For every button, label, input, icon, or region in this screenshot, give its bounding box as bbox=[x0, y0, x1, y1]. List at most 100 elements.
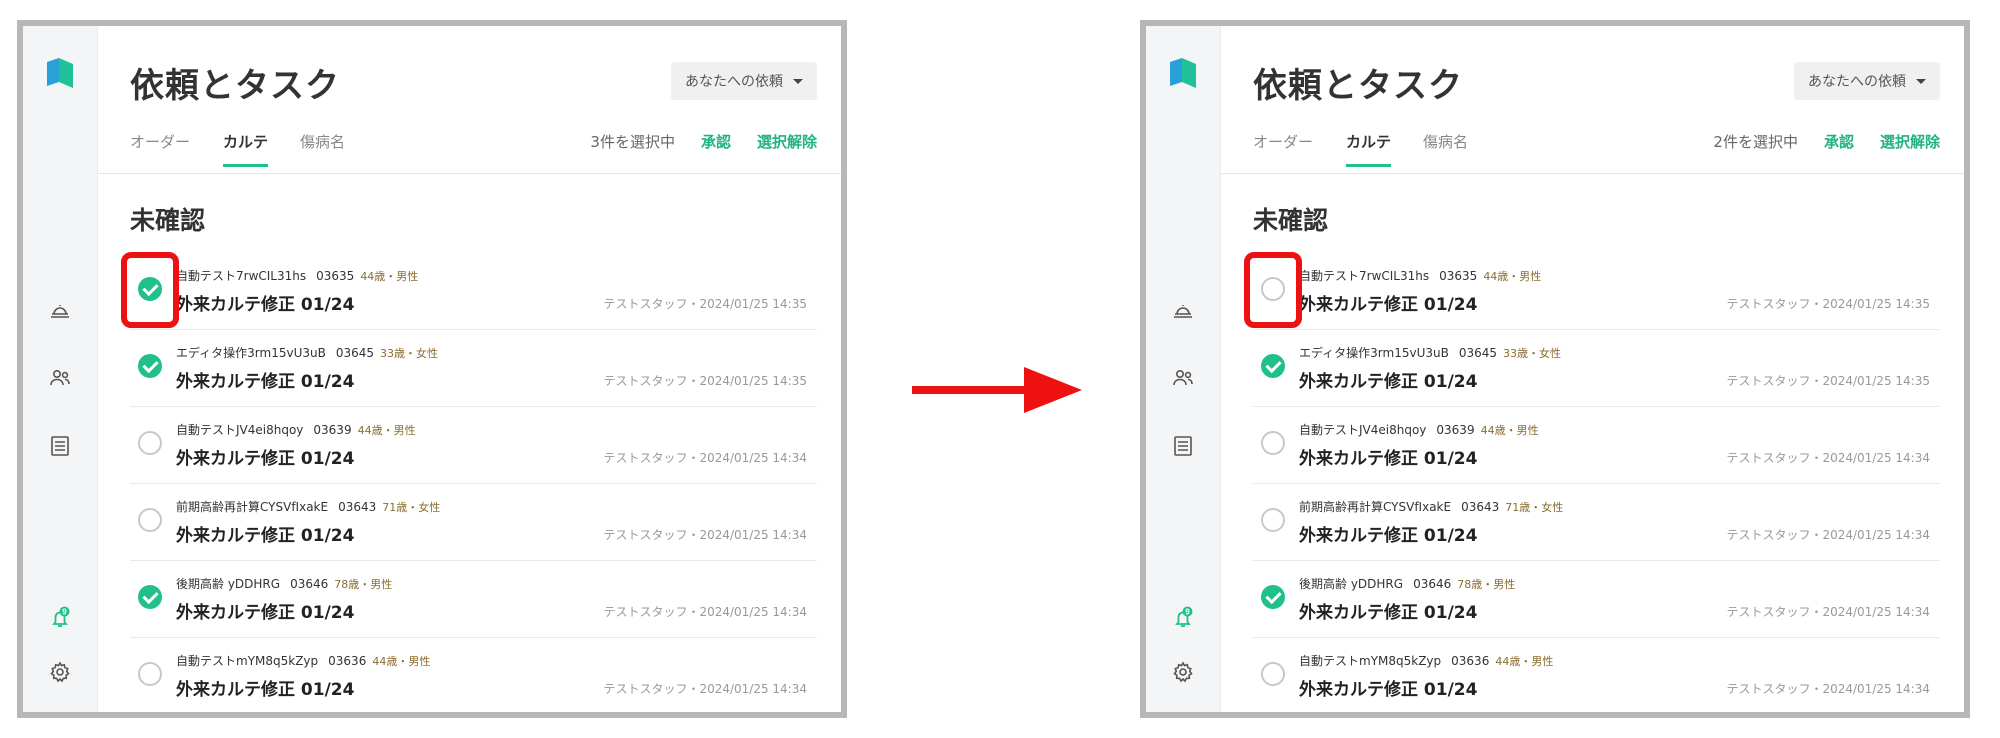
task-meta: テストスタッフ・2024/01/25 14:35 bbox=[603, 374, 807, 388]
patient-name: 後期高齢 yDDHRG bbox=[1299, 577, 1404, 591]
bell-tray-icon[interactable] bbox=[48, 298, 72, 322]
patient-name: 自動テストmYM8q5kZyp bbox=[1299, 654, 1442, 668]
patient-id: 03643 bbox=[338, 500, 377, 514]
tab-diagnosis[interactable]: 傷病名 bbox=[300, 131, 345, 164]
patient-demographics: 33歳・女性 bbox=[1503, 347, 1562, 360]
request-filter-select[interactable]: あなたへの依頼 bbox=[671, 62, 817, 100]
patient-info: 自動テストmYM8q5kZyp 03636 44歳・男性 bbox=[176, 652, 430, 669]
task-row[interactable]: 自動テスト7rwCIL31hs 03635 44歳・男性 外来カルテ修正 01/24… bbox=[121, 252, 817, 330]
arrow-icon bbox=[912, 367, 1082, 413]
tab-bar: オーダー カルテ 傷病名 2件を選択中 承認 選択解除 bbox=[1220, 121, 1964, 174]
patient-demographics: 33歳・女性 bbox=[380, 347, 439, 360]
patient-name: 自動テスト7rwCIL31hs bbox=[176, 269, 307, 283]
row-checkbox[interactable] bbox=[138, 662, 162, 686]
task-meta: テストスタッフ・2024/01/25 14:34 bbox=[603, 605, 807, 619]
list-icon[interactable] bbox=[48, 434, 72, 458]
task-title: 外来カルテ修正 01/24 bbox=[1299, 680, 1478, 700]
tab-order[interactable]: オーダー bbox=[130, 131, 190, 164]
patient-info: エディタ操作3rm15vU3uB 03645 33歳・女性 bbox=[1299, 344, 1561, 361]
task-list: 自動テスト7rwCIL31hs 03635 44歳・男性 外来カルテ修正 01/24… bbox=[121, 252, 817, 712]
patient-id: 03636 bbox=[1451, 654, 1490, 668]
tab-order[interactable]: オーダー bbox=[1253, 131, 1313, 164]
patient-name: 自動テストJV4ei8hqoy bbox=[176, 423, 304, 437]
notification-bell-icon[interactable]: 9 bbox=[48, 606, 72, 630]
task-row[interactable]: 自動テストmYM8q5kZyp 03636 44歳・男性 外来カルテ修正 01/24… bbox=[1253, 638, 1940, 712]
patient-name: 自動テストmYM8q5kZyp bbox=[176, 654, 319, 668]
task-row[interactable]: 自動テストJV4ei8hqoy 03639 44歳・男性 外来カルテ修正 01/24… bbox=[130, 407, 817, 484]
patient-name: エディタ操作3rm15vU3uB bbox=[1299, 346, 1449, 360]
task-row[interactable]: 後期高齢 yDDHRG 03646 78歳・男性 外来カルテ修正 01/24 テスト… bbox=[1253, 561, 1940, 638]
task-meta: テストスタッフ・2024/01/25 14:34 bbox=[1726, 605, 1930, 619]
clear-selection-button[interactable]: 選択解除 bbox=[757, 131, 817, 152]
row-checkbox[interactable] bbox=[1261, 431, 1285, 455]
task-meta: テストスタッフ・2024/01/25 14:34 bbox=[1726, 528, 1930, 542]
task-title: 外来カルテ修正 01/24 bbox=[1299, 372, 1478, 392]
task-row[interactable]: 自動テストmYM8q5kZyp 03636 44歳・男性 外来カルテ修正 01/24… bbox=[130, 638, 817, 712]
task-row[interactable]: エディタ操作3rm15vU3uB 03645 33歳・女性 外来カルテ修正 01/2… bbox=[1253, 330, 1940, 407]
logo-icon bbox=[47, 58, 73, 88]
patient-name: 前期高齢再計算CYSVfIxakE bbox=[176, 500, 329, 514]
users-icon[interactable] bbox=[48, 366, 72, 390]
patient-name: 自動テストJV4ei8hqoy bbox=[1299, 423, 1427, 437]
approve-button[interactable]: 承認 bbox=[1824, 131, 1854, 152]
task-row[interactable]: 後期高齢 yDDHRG 03646 78歳・男性 外来カルテ修正 01/24 テスト… bbox=[130, 561, 817, 638]
tab-karte[interactable]: カルテ bbox=[223, 131, 269, 167]
task-row[interactable]: 前期高齢再計算CYSVfIxakE 03643 71歳・女性 外来カルテ修正 01/… bbox=[130, 484, 817, 561]
patient-demographics: 78歳・男性 bbox=[1457, 578, 1516, 591]
patient-info: 前期高齢再計算CYSVfIxakE 03643 71歳・女性 bbox=[1299, 498, 1563, 515]
request-filter-select[interactable]: あなたへの依頼 bbox=[1794, 62, 1940, 100]
patient-demographics: 44歳・男性 bbox=[1483, 270, 1542, 283]
notification-count: 9 bbox=[62, 608, 67, 617]
row-checkbox[interactable] bbox=[138, 354, 162, 378]
row-checkbox[interactable] bbox=[1261, 508, 1285, 532]
patient-info: エディタ操作3rm15vU3uB 03645 33歳・女性 bbox=[176, 344, 438, 361]
notification-bell-icon[interactable]: 9 bbox=[1171, 606, 1195, 630]
clear-selection-button[interactable]: 選択解除 bbox=[1880, 131, 1940, 152]
gear-icon[interactable] bbox=[48, 660, 72, 684]
users-icon[interactable] bbox=[1171, 366, 1195, 390]
row-checkbox[interactable] bbox=[138, 585, 162, 609]
tab-karte[interactable]: カルテ bbox=[1346, 131, 1392, 167]
patient-id: 03635 bbox=[1439, 269, 1478, 283]
logo-icon bbox=[1170, 58, 1196, 88]
task-row[interactable]: 自動テストJV4ei8hqoy 03639 44歳・男性 外来カルテ修正 01/24… bbox=[1253, 407, 1940, 484]
patient-info: 自動テストmYM8q5kZyp 03636 44歳・男性 bbox=[1299, 652, 1553, 669]
screenshot-after: 9 依頼とタスク あなたへの依頼 オーダー カルテ 傷病名 2件を選択中 承認 … bbox=[1140, 20, 1970, 718]
task-meta: テストスタッフ・2024/01/25 14:35 bbox=[1726, 297, 1930, 311]
row-checkbox[interactable] bbox=[1261, 585, 1285, 609]
patient-info: 自動テスト7rwCIL31hs 03635 44歳・男性 bbox=[1299, 267, 1541, 284]
patient-id: 03635 bbox=[316, 269, 355, 283]
screenshot-before: 9 依頼とタスク あなたへの依頼 オーダー カルテ 傷病名 3件を選択中 承認 … bbox=[17, 20, 847, 718]
patient-id: 03639 bbox=[313, 423, 352, 437]
patient-id: 03636 bbox=[328, 654, 367, 668]
list-icon[interactable] bbox=[1171, 434, 1195, 458]
task-row[interactable]: エディタ操作3rm15vU3uB 03645 33歳・女性 外来カルテ修正 01/2… bbox=[130, 330, 817, 407]
patient-demographics: 44歳・男性 bbox=[372, 655, 431, 668]
patient-name: エディタ操作3rm15vU3uB bbox=[176, 346, 326, 360]
patient-name: 自動テスト7rwCIL31hs bbox=[1299, 269, 1430, 283]
section-title: 未確認 bbox=[1253, 206, 1329, 235]
task-row[interactable]: 自動テスト7rwCIL31hs 03635 44歳・男性 外来カルテ修正 01/24… bbox=[1244, 252, 1940, 330]
patient-id: 03639 bbox=[1436, 423, 1475, 437]
task-row[interactable]: 前期高齢再計算CYSVfIxakE 03643 71歳・女性 外来カルテ修正 01/… bbox=[1253, 484, 1940, 561]
main-content: 依頼とタスク あなたへの依頼 オーダー カルテ 傷病名 2件を選択中 承認 選択… bbox=[1220, 26, 1964, 712]
gear-icon[interactable] bbox=[1171, 660, 1195, 684]
patient-info: 後期高齢 yDDHRG 03646 78歳・男性 bbox=[1299, 575, 1515, 592]
side-rail: 9 bbox=[1146, 26, 1221, 712]
approve-button[interactable]: 承認 bbox=[701, 131, 731, 152]
tab-diagnosis[interactable]: 傷病名 bbox=[1423, 131, 1468, 164]
row-checkbox[interactable] bbox=[1261, 354, 1285, 378]
task-title: 外来カルテ修正 01/24 bbox=[176, 372, 355, 392]
patient-demographics: 78歳・男性 bbox=[334, 578, 393, 591]
main-content: 依頼とタスク あなたへの依頼 オーダー カルテ 傷病名 3件を選択中 承認 選択… bbox=[97, 26, 841, 712]
section-title: 未確認 bbox=[130, 206, 206, 235]
row-checkbox[interactable] bbox=[138, 508, 162, 532]
row-checkbox[interactable] bbox=[138, 431, 162, 455]
bell-tray-icon[interactable] bbox=[1171, 298, 1195, 322]
selected-count: 3件を選択中 bbox=[590, 133, 675, 151]
task-title: 外来カルテ修正 01/24 bbox=[176, 526, 355, 546]
row-checkbox[interactable] bbox=[1261, 662, 1285, 686]
task-title: 外来カルテ修正 01/24 bbox=[176, 449, 355, 469]
patient-demographics: 44歳・男性 bbox=[1480, 424, 1539, 437]
page-title: 依頼とタスク bbox=[130, 66, 340, 106]
